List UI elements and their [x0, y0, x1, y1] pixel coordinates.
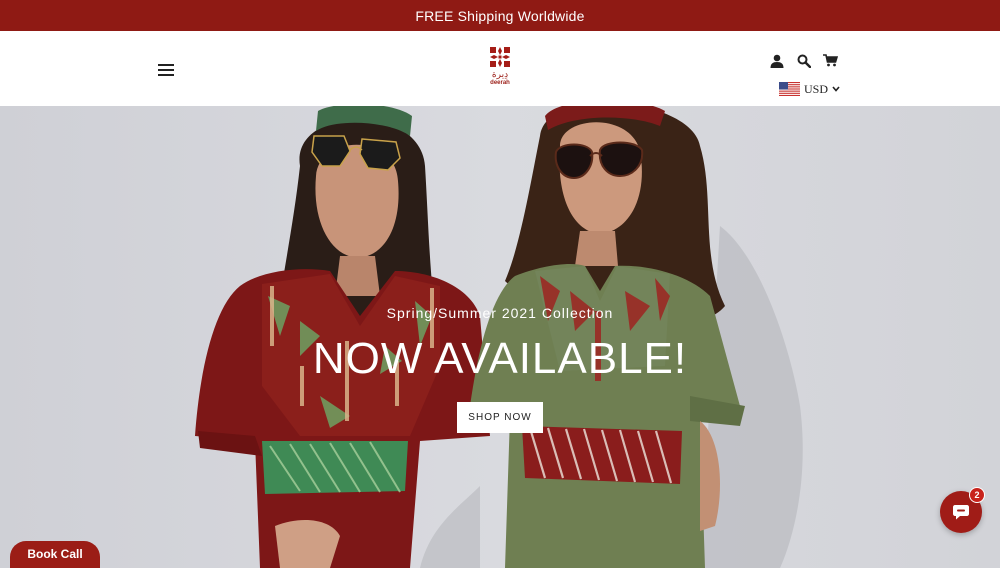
site-header: دِيرة deerah USD [0, 31, 1000, 106]
currency-code: USD [804, 81, 829, 96]
chevron-down-icon [832, 86, 840, 92]
hero-banner[interactable]: Spring/Summer 2021 Collection NOW AVAILA… [0, 106, 1000, 568]
logo-mark-icon [490, 47, 510, 67]
logo-arabic-text: دِيرة [491, 70, 509, 80]
cart-icon[interactable] [823, 54, 838, 67]
book-call-button[interactable]: Book Call [10, 541, 100, 568]
hero-subtitle: Spring/Summer 2021 Collection [386, 305, 614, 321]
currency-selector[interactable]: USD [779, 81, 840, 97]
account-icon[interactable] [770, 54, 784, 68]
brand-logo[interactable]: دِيرة deerah [485, 45, 515, 93]
search-icon[interactable] [797, 54, 811, 68]
announcement-text: FREE Shipping Worldwide [415, 7, 585, 24]
hero-title: NOW AVAILABLE! [312, 334, 688, 383]
shop-now-button[interactable]: SHOP NOW [457, 402, 543, 433]
us-flag-icon [779, 82, 800, 96]
logo-latin-text: deerah [490, 80, 510, 86]
hamburger-menu-icon[interactable] [158, 64, 174, 78]
announcement-bar: FREE Shipping Worldwide [0, 0, 1000, 31]
chat-icon [953, 505, 969, 520]
chat-unread-badge: 2 [969, 487, 985, 503]
